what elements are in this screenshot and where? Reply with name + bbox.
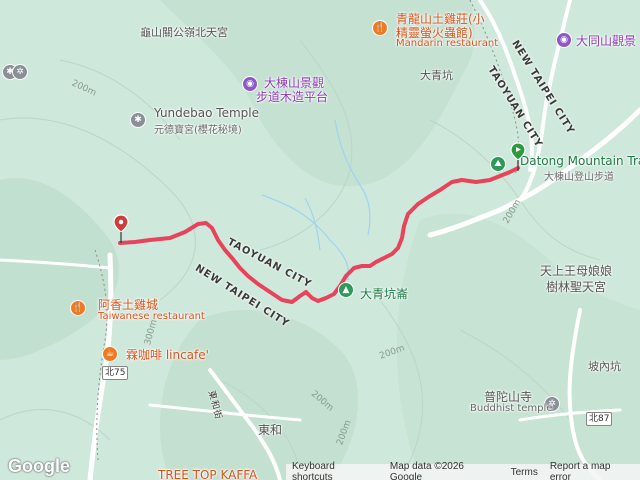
map-view[interactable]: 200m 200m 200m 200m 300m 200m ✱ ✲ 龜山關公嶺北… (0, 0, 640, 480)
poi-yundebao-en[interactable]: Yundebao Temple (154, 106, 259, 120)
poi-daqingkeng-mountain[interactable]: 大青坑崙 (360, 285, 408, 302)
place-ponei-keng[interactable]: 坡內坑 (588, 358, 621, 374)
poi-treetop-partial[interactable]: TREE TOP KAFFA (158, 468, 257, 480)
route-shield-bei87: 北87 (586, 412, 613, 426)
peak-icon[interactable]: ▲ (338, 282, 354, 298)
restaurant-icon[interactable]: 🍴 (70, 300, 86, 316)
poi-guishan-temple[interactable]: 龜山關公嶺北天宮 (140, 24, 228, 40)
place-daqingkeng[interactable]: 大青坑 (420, 67, 453, 83)
route-shield-bei75: 北75 (102, 366, 129, 380)
keyboard-shortcuts-link[interactable]: Keyboard shortcuts (286, 461, 384, 480)
track-start-flag[interactable] (510, 142, 530, 172)
cafe-icon[interactable]: ☕ (102, 346, 118, 362)
google-logo: Google (8, 456, 70, 476)
report-map-error-link[interactable]: Report a map error (544, 461, 640, 480)
poi-putuo-en: Buddhist temple (470, 403, 553, 414)
poi-tianshang-line2[interactable]: 樹林聖天宮 (546, 278, 606, 295)
place-donghe[interactable]: 東和 (258, 421, 282, 438)
poi-lincafe[interactable]: 霖咖啡 lincafe' (126, 346, 209, 363)
track-end-pin[interactable] (113, 214, 129, 244)
map-data-credit: Map data ©2026 Google (389, 461, 464, 480)
poi-axiang-en: Taiwanese restaurant (98, 311, 205, 322)
poi-tianshang-line1[interactable]: 天上王母娘娘 (540, 262, 612, 279)
poi-datong-trail-zh: 大棟山登山步道 (544, 172, 614, 183)
attribution-bar: Keyboard shortcuts Map data ©2026 Google… (286, 461, 640, 480)
poi-yundebao-zh: 元德寶宮(櫻花秘境) (154, 125, 242, 136)
poi-dadong-line2[interactable]: 步道木造平台 (256, 88, 328, 105)
poi-qinglong-subtitle: Mandarin restaurant (396, 38, 499, 49)
temple-icon[interactable]: ✱ (130, 112, 146, 128)
poi-datong-viewpoint[interactable]: 大同山觀景 (576, 32, 636, 49)
dharma-wheel-icon[interactable]: ✲ (12, 64, 28, 80)
camera-icon[interactable]: ◉ (556, 32, 572, 48)
terms-link[interactable]: Terms (505, 467, 544, 478)
hiking-icon[interactable]: ⛰ (490, 156, 506, 172)
poi-datong-trail-en[interactable]: Datong Mountain Tra (520, 154, 640, 168)
restaurant-icon[interactable]: 🍴 (372, 20, 388, 36)
